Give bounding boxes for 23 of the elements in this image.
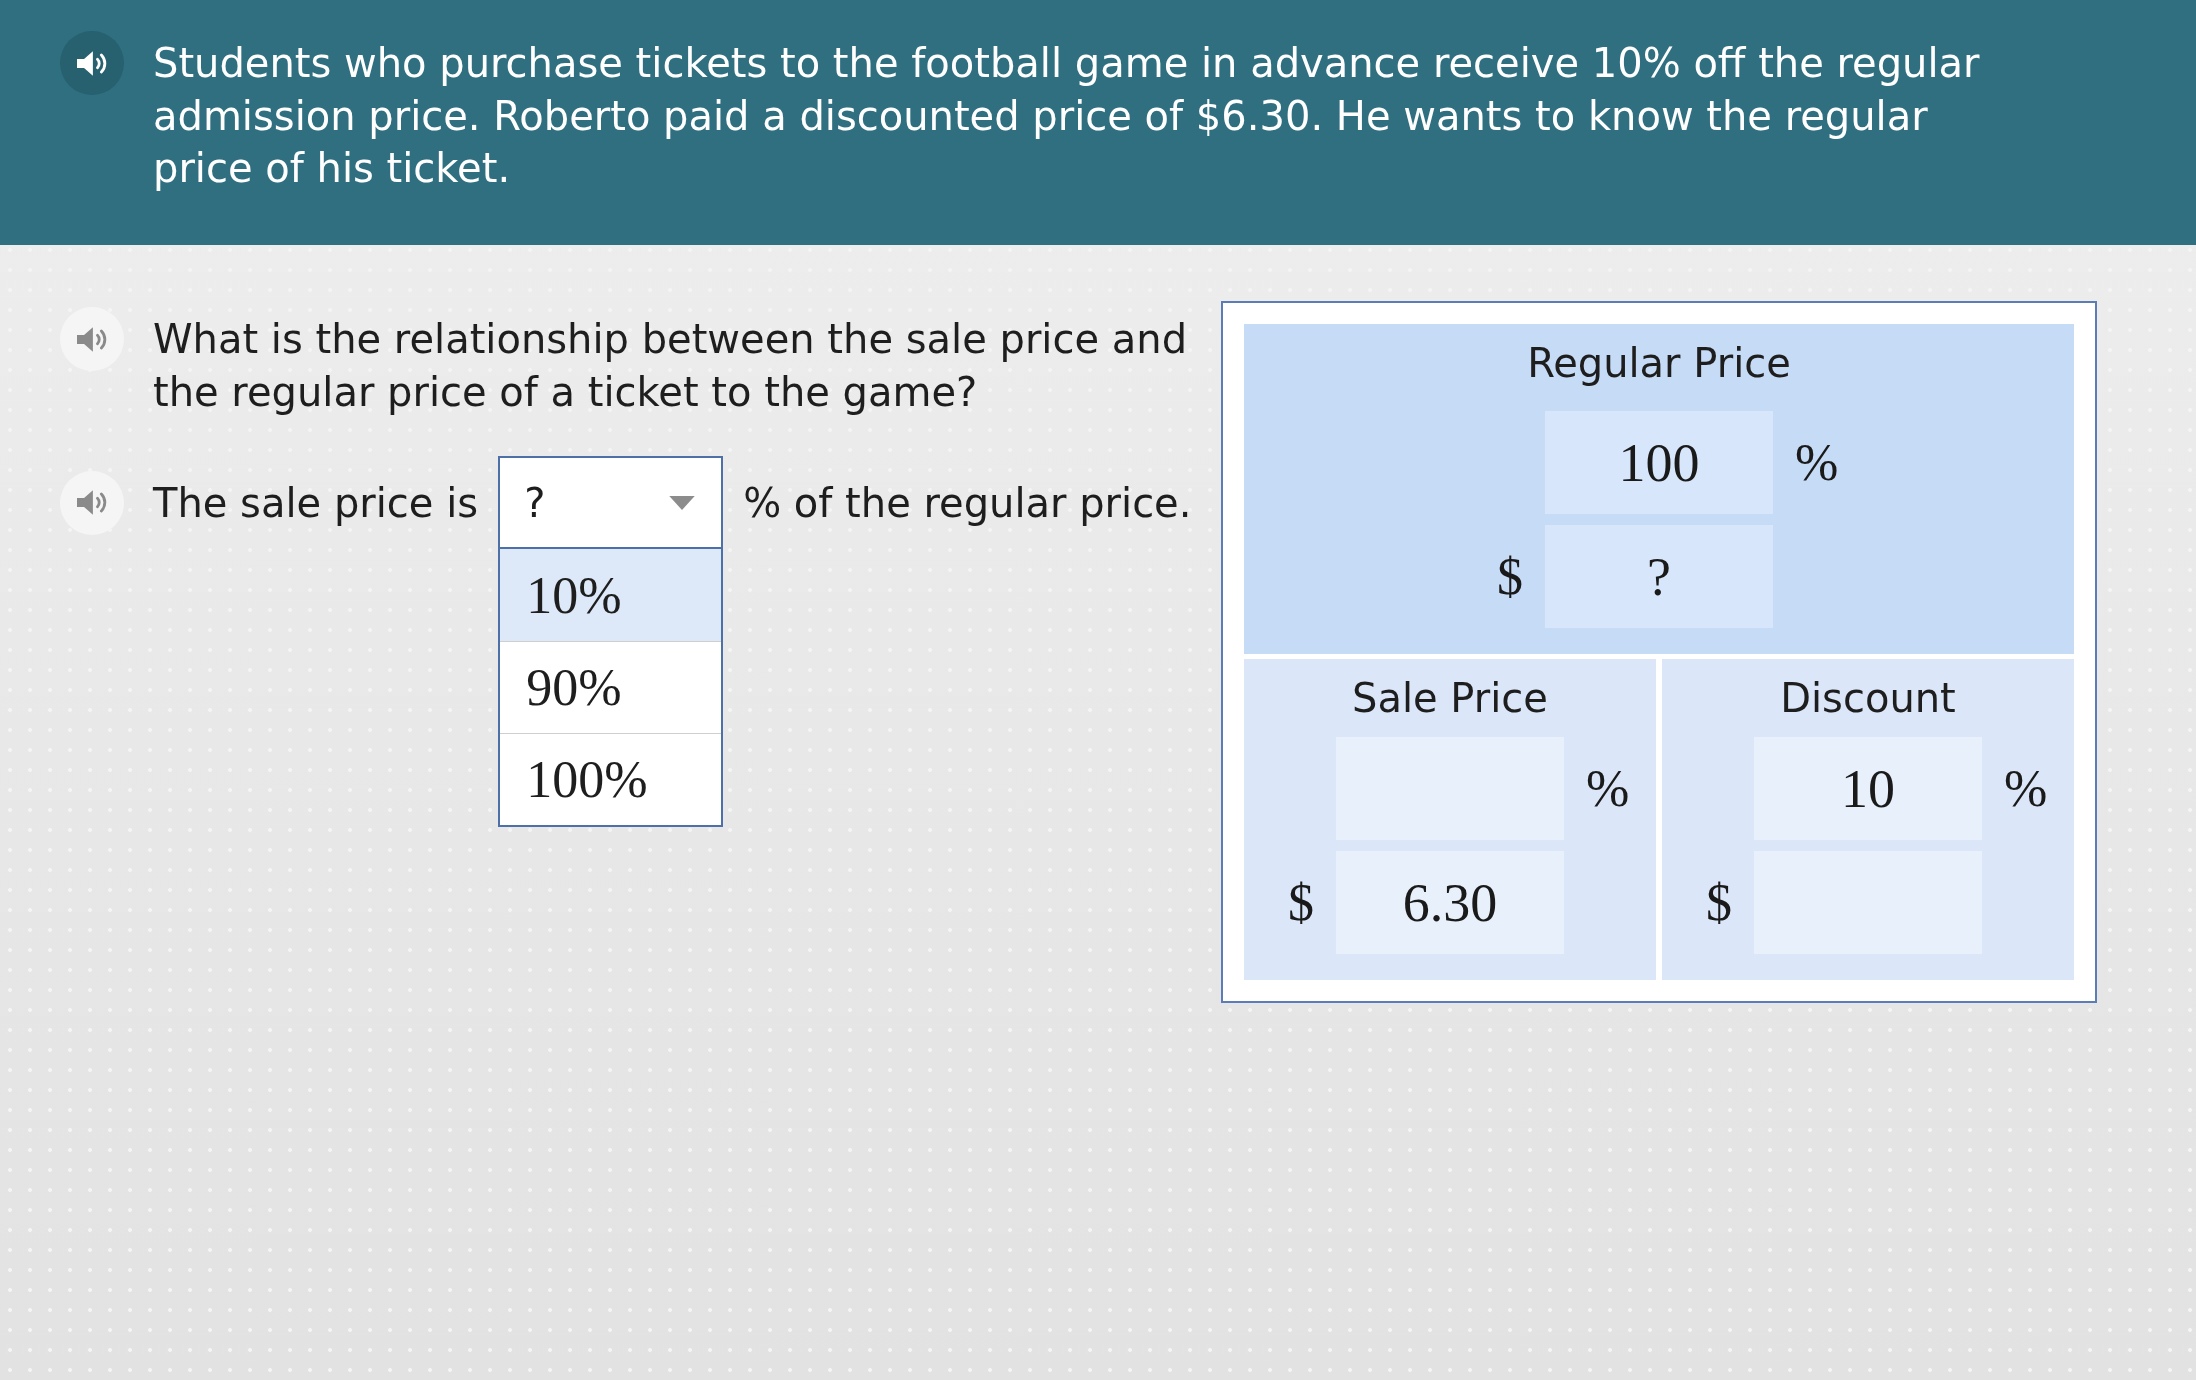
unit-symbol: % (1795, 433, 1839, 492)
question-text: What is the relationship between the sale price and the regular price of a ticket to the game? (153, 315, 1189, 417)
caret-icon (669, 495, 696, 510)
value-field: 100 (1545, 411, 1773, 514)
panel-title: Sale Price (1352, 674, 1548, 723)
unit-symbol: $ (1497, 547, 1523, 606)
value-field: ? (1545, 525, 1773, 628)
speaker-icon (77, 490, 107, 515)
dropdown[interactable]: ? (498, 456, 724, 549)
panel-title: Discount (1780, 674, 1956, 723)
unit-symbol: % (1586, 759, 1630, 818)
problem-text: Students who purchase tickets to the football game in advance receive 10% off the regular admission price. Roberto paid a discounted price of $6.30. He wants to know the regular price of his ticket. (153, 39, 1981, 193)
panel-title: Regular Price (1527, 339, 1791, 388)
speaker-icon (77, 326, 107, 352)
sentence-text: % of the regular price. (743, 478, 1192, 528)
speaker-icon (77, 50, 107, 76)
value-field: 6.30 (1336, 851, 1564, 954)
unit-symbol: $ (1288, 873, 1314, 932)
sentence-text: The sale price is (153, 478, 479, 528)
unit-symbol: $ (1706, 873, 1732, 932)
value-field: 10 (1754, 737, 1982, 840)
unit-symbol: % (2004, 759, 2048, 818)
dropdown-option[interactable]: 10% (500, 549, 722, 641)
